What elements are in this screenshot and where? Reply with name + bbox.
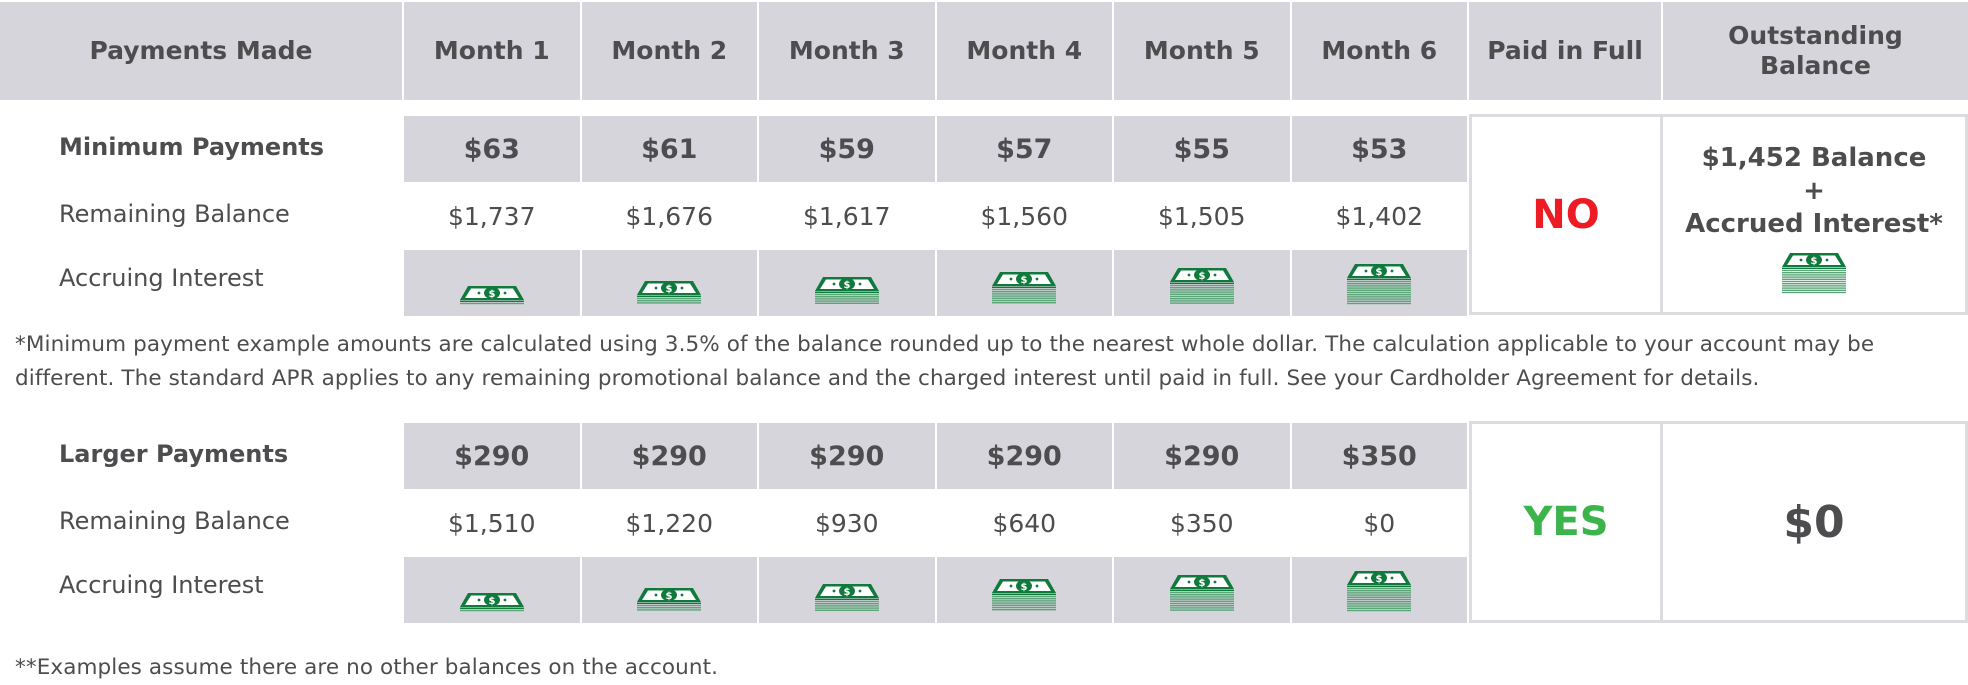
remaining-balance-cell: $640 xyxy=(936,490,1112,556)
header-col-month-2: Month 2 xyxy=(581,2,757,100)
header-col-outstanding-balance: Outstanding Balance xyxy=(1663,2,1968,100)
money-stack-icon: $ xyxy=(1347,263,1412,306)
svg-text:$: $ xyxy=(843,587,850,598)
money-stack-icon: $ xyxy=(1782,252,1846,295)
svg-text:$: $ xyxy=(1198,578,1205,589)
payment-cell: $53 xyxy=(1291,116,1467,182)
money-stack-icon: $ xyxy=(459,592,524,613)
accruing-interest-cell: $ xyxy=(936,557,1112,623)
footnote-assumption: **Examples assume there are no other bal… xyxy=(15,655,719,680)
money-stack-icon: $ xyxy=(637,588,702,613)
payment-cell: $290 xyxy=(404,423,580,489)
svg-text:$: $ xyxy=(1376,267,1383,278)
payment-cell: $59 xyxy=(759,116,935,182)
money-stack-icon: $ xyxy=(992,579,1057,613)
header-col-payments-made: Payments Made xyxy=(0,2,402,100)
paid-in-full-cell-larger: YES xyxy=(1469,421,1663,623)
svg-text:$: $ xyxy=(488,289,495,300)
remaining-balance-cell: $1,510 xyxy=(404,490,580,556)
header-col-month-4: Month 4 xyxy=(936,2,1112,100)
svg-text:$: $ xyxy=(1198,271,1205,282)
payment-cell: $55 xyxy=(1114,116,1290,182)
payment-cell: $350 xyxy=(1291,423,1467,489)
svg-text:$: $ xyxy=(666,591,673,602)
svg-text:$: $ xyxy=(1021,275,1028,286)
svg-text:$: $ xyxy=(1811,256,1818,267)
accruing-interest-cell: $ xyxy=(1291,250,1467,316)
row-label-accruing-interest: Accruing Interest xyxy=(59,571,264,599)
row-label-larger-payments: Larger Payments xyxy=(59,440,289,468)
money-stack-icon: $ xyxy=(1169,268,1234,306)
accruing-interest-cell: $ xyxy=(404,250,580,316)
payment-cell: $63 xyxy=(404,116,580,182)
svg-text:$: $ xyxy=(488,596,495,607)
remaining-balance-cell: $930 xyxy=(759,490,935,556)
money-stack-icon: $ xyxy=(1347,570,1412,613)
remaining-balance-cell: $1,220 xyxy=(581,490,757,556)
accruing-interest-cell: $ xyxy=(936,250,1112,316)
accruing-interest-cell: $ xyxy=(1114,557,1290,623)
money-stack-icon: $ xyxy=(459,285,524,306)
accruing-interest-cell: $ xyxy=(759,557,935,623)
money-stack-icon: $ xyxy=(814,583,879,613)
accruing-interest-cell: $ xyxy=(404,557,580,623)
payment-cell: $290 xyxy=(759,423,935,489)
accruing-interest-cell: $ xyxy=(1291,557,1467,623)
header-label: Outstanding Balance xyxy=(1728,21,1903,80)
remaining-balance-cell: $1,560 xyxy=(936,183,1112,249)
accruing-interest-cell: $ xyxy=(581,557,757,623)
row-label-remaining-balance: Remaining Balance xyxy=(59,507,290,535)
header-label: Month 1 xyxy=(433,36,550,65)
header-col-month-1: Month 1 xyxy=(404,2,580,100)
remaining-balance-cell: $1,505 xyxy=(1114,183,1290,249)
svg-text:$: $ xyxy=(1021,582,1028,593)
payment-cell: $290 xyxy=(1114,423,1290,489)
payment-cell: $290 xyxy=(936,423,1112,489)
paid-in-full-yes: YES xyxy=(1523,499,1609,545)
money-stack-icon: $ xyxy=(814,276,879,306)
accruing-interest-cell: $ xyxy=(759,250,935,316)
svg-text:$: $ xyxy=(843,280,850,291)
remaining-balance-cell: $1,402 xyxy=(1291,183,1467,249)
outstanding-balance-cell-larger: $0 xyxy=(1660,421,1968,623)
money-stack-icon: $ xyxy=(637,281,702,306)
money-stack-icon: $ xyxy=(992,272,1057,306)
money-stack-icon: $ xyxy=(1169,575,1234,613)
payment-cell: $290 xyxy=(581,423,757,489)
payment-cell: $61 xyxy=(581,116,757,182)
footnote-minimum-payment: *Minimum payment example amounts are cal… xyxy=(15,332,1875,391)
outstanding-balance-zero: $0 xyxy=(1783,496,1845,548)
remaining-balance-cell: $1,737 xyxy=(404,183,580,249)
accruing-interest-cell: $ xyxy=(581,250,757,316)
header-label: Paid in Full xyxy=(1487,36,1643,65)
header-label: Payments Made xyxy=(89,36,313,65)
row-label-minimum-payments: Minimum Payments xyxy=(59,133,325,161)
remaining-balance-cell: $1,676 xyxy=(581,183,757,249)
header-col-month-6: Month 6 xyxy=(1291,2,1467,100)
payment-cell: $57 xyxy=(936,116,1112,182)
header-col-paid-in-full: Paid in Full xyxy=(1469,2,1661,100)
header-label: Month 2 xyxy=(611,36,728,65)
header-label: Month 6 xyxy=(1321,36,1438,65)
svg-text:$: $ xyxy=(666,284,673,295)
row-label-accruing-interest: Accruing Interest xyxy=(59,264,264,292)
remaining-balance-cell: $350 xyxy=(1114,490,1290,556)
outstanding-balance-cell-minimum: $1,452 Balance + Accrued Interest* $ xyxy=(1660,114,1968,315)
header-label: Month 3 xyxy=(788,36,905,65)
svg-text:$: $ xyxy=(1376,574,1383,585)
header-col-month-3: Month 3 xyxy=(759,2,935,100)
remaining-balance-cell: $1,617 xyxy=(759,183,935,249)
paid-in-full-no: NO xyxy=(1532,191,1600,238)
header-label: Month 4 xyxy=(966,36,1083,65)
outstanding-balance-text: $1,452 Balance + Accrued Interest* xyxy=(1685,142,1943,239)
header-label: Month 5 xyxy=(1143,36,1260,65)
accruing-interest-cell: $ xyxy=(1114,250,1290,316)
paid-in-full-cell-minimum: NO xyxy=(1469,114,1663,315)
row-label-remaining-balance: Remaining Balance xyxy=(59,200,290,228)
header-col-month-5: Month 5 xyxy=(1114,2,1290,100)
remaining-balance-cell: $0 xyxy=(1291,490,1467,556)
